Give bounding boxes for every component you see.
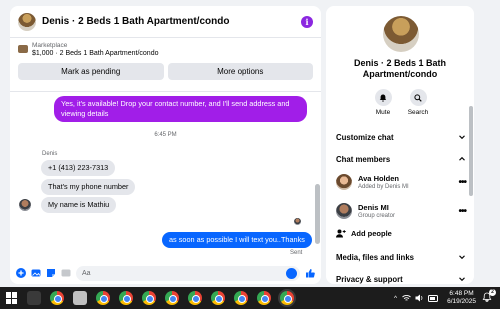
chrome-icon[interactable] [96,291,110,305]
conversation-info-panel: Denis · 2 Beds 1 Bath Apartment/condo Mu… [326,6,474,284]
gif-icon[interactable] [61,268,71,278]
chat-panel: Denis · 2 Beds 1 Bath Apartment/condo i … [10,6,321,284]
add-person-icon [336,229,346,238]
listing-thumbnail[interactable] [18,45,28,53]
message-composer: Aa [10,262,321,284]
info-icon[interactable]: i [301,15,313,28]
more-icon[interactable]: ••• [458,177,466,188]
incoming-message[interactable]: That's my phone number [41,179,136,195]
chat-avatar[interactable] [18,12,36,31]
member-avatar [336,174,352,190]
message-input-placeholder: Aa [82,269,91,277]
chrome-icon[interactable] [211,291,225,305]
read-receipt-avatar [294,218,301,225]
outgoing-message[interactable]: Yes, it's available! Drop your contact n… [54,96,307,122]
start-icon[interactable] [6,292,18,304]
add-people-button[interactable]: Add people [336,229,392,238]
customize-chat-section[interactable]: Customize chat [336,131,466,143]
member-name: Denis MI [358,203,389,212]
mute-label: Mute [375,109,391,116]
privacy-support-section[interactable]: Privacy & support [336,273,466,284]
incoming-message[interactable]: My name is Mathiu [41,197,117,213]
file-explorer-icon[interactable] [27,291,41,305]
chevron-down-icon [459,277,465,282]
chrome-icon[interactable] [50,291,64,305]
chevron-down-icon [459,135,465,140]
system-tray: ^ 6:48 PM 6/19/2025 2 [394,287,496,309]
chat-members-section[interactable]: Chat members [336,153,466,165]
chevron-down-icon [459,255,465,260]
chevron-up-icon[interactable]: ^ [394,295,397,302]
add-people-label: Add people [351,229,392,238]
more-icon[interactable]: ••• [458,206,466,217]
incoming-message[interactable]: +1 (413) 223-7313 [41,160,116,176]
chat-scrollbar[interactable] [315,184,320,244]
notification-count-badge: 2 [489,289,496,296]
chrome-icon[interactable] [257,291,271,305]
sticker-icon[interactable] [46,268,56,278]
chrome-icon-active[interactable] [280,291,294,305]
privacy-support-label: Privacy & support [336,274,403,284]
wifi-icon[interactable] [402,294,411,302]
member-name: Ava Holden [358,174,399,183]
info-title: Denis · 2 Beds 1 Bath Apartment/condo [353,58,447,79]
app-icon[interactable] [73,291,87,305]
group-avatar[interactable] [383,16,419,52]
chrome-icon[interactable] [165,291,179,305]
member-row-ava-holden[interactable]: Ava Holden Added by Denis MI ••• [336,171,467,193]
search-icon [409,89,427,106]
battery-icon[interactable] [428,294,439,302]
notification-button[interactable]: 2 [482,289,496,304]
add-icon[interactable] [16,268,26,278]
message-list: Yes, it's available! Drop your contact n… [10,93,321,260]
clock[interactable]: 6:48 PM 6/19/2025 [447,290,476,306]
media-files-links-section[interactable]: Media, files and links [336,251,466,263]
member-subtitle: Added by Denis MI [358,184,409,190]
search-label: Search [407,109,429,116]
message-status: Sent [290,250,303,256]
chrome-icon[interactable] [119,291,133,305]
chrome-icon[interactable] [188,291,202,305]
chat-title[interactable]: Denis · 2 Beds 1 Bath Apartment/condo [42,16,301,27]
marketplace-banner: Marketplace $1,000 · 2 Beds 1 Bath Apart… [10,38,321,92]
photo-icon[interactable] [31,268,41,278]
listing-title[interactable]: $1,000 · 2 Beds 1 Bath Apartment/condo [32,50,158,57]
clock-time: 6:48 PM [449,290,474,297]
member-subtitle: Group creator [358,213,396,219]
emoji-icon[interactable] [286,267,297,279]
chevron-up-icon [459,156,465,161]
more-options-button[interactable]: More options [167,63,313,80]
media-files-links-label: Media, files and links [336,252,414,262]
marketplace-label: Marketplace [32,42,68,49]
search-button[interactable]: Search [401,89,435,116]
chrome-icon[interactable] [142,291,156,305]
info-scrollbar[interactable] [469,106,473,196]
windows-taskbar: ^ 6:48 PM 6/19/2025 2 [0,287,500,309]
member-avatar [336,203,352,219]
sender-name: Denis [42,151,58,157]
mark-as-pending-button[interactable]: Mark as pending [18,63,164,80]
clock-date: 6/19/2025 [447,298,476,305]
chat-members-label: Chat members [336,154,391,164]
bell-icon [374,89,392,106]
message-timestamp: 6:45 PM [154,132,177,138]
outgoing-message[interactable]: as soon as possible I will text you..Tha… [162,232,312,248]
like-icon[interactable] [305,268,315,278]
chat-header: Denis · 2 Beds 1 Bath Apartment/condo i [10,6,321,38]
mute-button[interactable]: Mute [366,89,400,116]
customize-chat-label: Customize chat [336,132,394,142]
volume-icon[interactable] [415,294,424,302]
member-row-denis-mi[interactable]: Denis MI Group creator ••• [336,200,467,222]
chrome-icon[interactable] [234,291,248,305]
message-input[interactable]: Aa [76,265,300,281]
sender-avatar[interactable] [19,199,31,211]
